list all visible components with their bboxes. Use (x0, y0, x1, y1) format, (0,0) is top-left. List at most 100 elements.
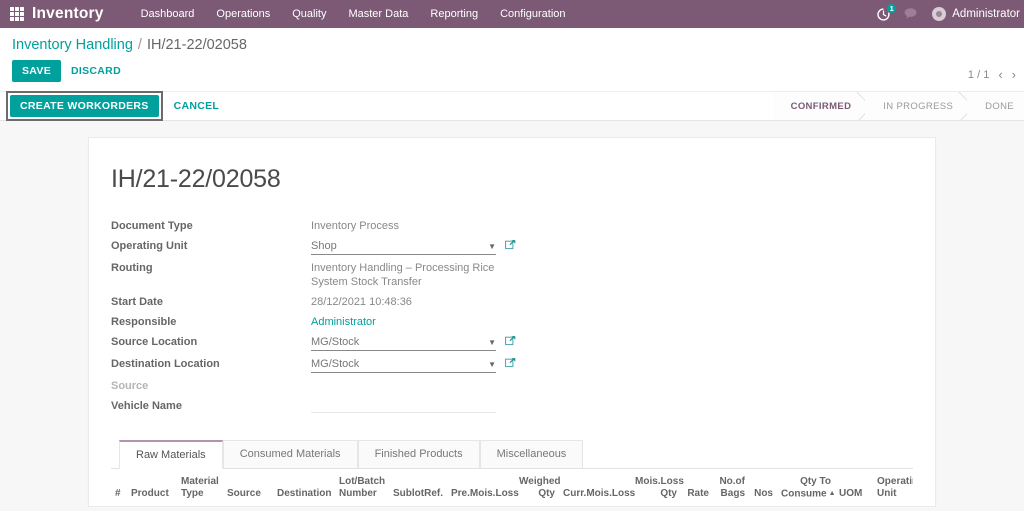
breadcrumb: Inventory Handling / IH/21-22/02058 (0, 28, 1024, 57)
destination-location-select[interactable]: MG/Stock ▼ (311, 357, 496, 373)
chevron-down-icon: ▼ (488, 359, 496, 369)
external-link-icon[interactable] (505, 335, 516, 350)
label-start-date: Start Date (111, 296, 163, 308)
app-brand-title[interactable]: Inventory (32, 5, 104, 23)
save-button[interactable]: SAVE (12, 60, 62, 82)
user-name-label: Administrator (952, 8, 1020, 20)
chevron-right-icon[interactable]: › (1012, 67, 1016, 82)
status-in-progress-label: IN PROGRESS (883, 100, 954, 112)
th-mois-loss-qty[interactable]: Mois.Loss Qty (631, 469, 684, 506)
field-responsible: Administrator (311, 312, 913, 332)
breadcrumb-current: IH/21-22/02058 (146, 37, 247, 53)
field-destination-location: MG/Stock ▼ (311, 354, 913, 376)
value-responsible-link[interactable]: Administrator (311, 315, 376, 329)
activity-count-badge: 1 (887, 3, 897, 13)
field-source (311, 376, 913, 396)
field-start-date: 28/12/2021 10:48:36 (311, 292, 913, 312)
field-operating-unit: Shop ▼ (311, 236, 913, 258)
raw-materials-table: # Product Material Type Source Destinati… (111, 469, 913, 506)
field-vehicle-name (311, 396, 913, 416)
label-source: Source (111, 380, 149, 392)
th-pre-mois-loss[interactable]: Pre.Mois.Loss (447, 469, 519, 506)
value-start-date: 28/12/2021 10:48:36 (311, 296, 412, 308)
top-navbar: Inventory Dashboard Operations Quality M… (0, 0, 1024, 28)
menu-item-master-data[interactable]: Master Data (337, 0, 419, 28)
th-index[interactable]: # (111, 469, 127, 506)
source-location-select[interactable]: MG/Stock ▼ (311, 335, 496, 351)
th-destination[interactable]: Destination (273, 469, 335, 506)
menu-item-quality[interactable]: Quality (281, 0, 337, 28)
status-confirmed[interactable]: CONFIRMED (772, 92, 866, 120)
status-in-progress[interactable]: IN PROGRESS (865, 92, 968, 120)
th-sublot-ref[interactable]: SublotRef. (389, 469, 447, 506)
label-source-location: Source Location (111, 336, 198, 348)
user-menu[interactable]: Administrator (932, 7, 1020, 21)
label-responsible: Responsible (111, 316, 177, 328)
form-fields: Document Type Inventory Process Operatin… (111, 216, 913, 416)
chat-bubble-icon[interactable] (904, 7, 919, 22)
menu-item-dashboard[interactable]: Dashboard (130, 0, 206, 28)
status-bar: CONFIRMED IN PROGRESS DONE (772, 92, 1024, 120)
content-area: IH/21-22/02058 Document Type Inventory P… (0, 121, 1024, 507)
value-routing: Inventory Handling – Processing Rice Sys… (311, 262, 495, 288)
breadcrumb-parent-link[interactable]: Inventory Handling (12, 37, 133, 53)
page-title: IH/21-22/02058 (111, 165, 281, 193)
th-qty-to-consume[interactable]: Qty To Consume ▲ (777, 469, 836, 506)
vehicle-name-input[interactable] (311, 399, 496, 413)
tab-finished-products[interactable]: Finished Products (357, 440, 480, 468)
chevron-left-icon[interactable]: ‹ (998, 67, 1002, 82)
create-workorders-focus-ring: CREATE WORKORDERS (6, 91, 163, 121)
apps-grid-icon[interactable] (8, 5, 26, 23)
chevron-down-icon: ▼ (488, 241, 496, 251)
th-qty-to-consume-label: Qty To Consume (781, 476, 831, 499)
sort-ascending-icon: ▲ (828, 489, 836, 497)
th-no-of-bags[interactable]: No.of Bags (713, 469, 749, 506)
menu-item-operations[interactable]: Operations (205, 0, 281, 28)
th-rate[interactable]: Rate (681, 469, 713, 506)
th-curr-mois-loss[interactable]: Curr.Mois.Loss (559, 469, 635, 506)
menu-item-reporting[interactable]: Reporting (419, 0, 489, 28)
status-done-label: DONE (985, 100, 1014, 112)
th-lot-batch-number[interactable]: Lot/Batch Number (335, 469, 389, 506)
tab-consumed-materials[interactable]: Consumed Materials (222, 440, 358, 468)
table-header-row: # Product Material Type Source Destinati… (111, 469, 913, 506)
discard-button[interactable]: DISCARD (71, 65, 121, 77)
operating-unit-value: Shop (311, 240, 337, 252)
status-done[interactable]: DONE (967, 92, 1024, 120)
th-material-type[interactable]: Material Type (177, 469, 223, 506)
navbar-right-tools: 1 Administrator (876, 0, 1022, 28)
notebook-tabs: Raw Materials Consumed Materials Finishe… (111, 440, 913, 469)
cancel-button[interactable]: CANCEL (174, 100, 220, 112)
avatar (932, 7, 947, 21)
field-document-type: Inventory Process (311, 216, 913, 236)
th-source[interactable]: Source (223, 469, 273, 506)
clock-activity-icon[interactable]: 1 (876, 3, 897, 22)
status-confirmed-label: CONFIRMED (790, 100, 852, 112)
external-link-icon[interactable] (505, 357, 516, 372)
tab-raw-materials[interactable]: Raw Materials (119, 440, 223, 469)
operating-unit-select[interactable]: Shop ▼ (311, 239, 496, 255)
th-product[interactable]: Product (127, 469, 177, 506)
field-source-location: MG/Stock ▼ (311, 332, 913, 354)
label-routing: Routing (111, 262, 153, 274)
menu-item-configuration[interactable]: Configuration (489, 0, 576, 28)
external-link-icon[interactable] (505, 239, 516, 254)
label-vehicle-name: Vehicle Name (111, 400, 182, 412)
th-operating-unit[interactable]: Operating Unit (873, 469, 913, 506)
pager: 1 / 1 ‹ › (968, 67, 1016, 82)
tab-miscellaneous[interactable]: Miscellaneous (479, 440, 584, 468)
source-location-value: MG/Stock (311, 336, 360, 348)
pager-count: 1 / 1 (967, 68, 990, 81)
value-document-type: Inventory Process (311, 220, 400, 232)
th-weighed-qty[interactable]: Weighed Qty (515, 469, 560, 506)
th-nos[interactable]: Nos (749, 469, 777, 506)
th-uom[interactable]: UOM (835, 469, 873, 506)
action-statusbar: CREATE WORKORDERS CANCEL CONFIRMED IN PR… (0, 91, 1024, 121)
form-sheet: IH/21-22/02058 Document Type Inventory P… (88, 137, 936, 507)
breadcrumb-separator: / (137, 37, 142, 53)
destination-location-value: MG/Stock (311, 358, 360, 370)
create-workorders-button[interactable]: CREATE WORKORDERS (10, 95, 159, 117)
label-operating-unit: Operating Unit (111, 240, 188, 252)
label-document-type: Document Type (111, 220, 193, 232)
main-menu: Dashboard Operations Quality Master Data… (130, 0, 577, 28)
